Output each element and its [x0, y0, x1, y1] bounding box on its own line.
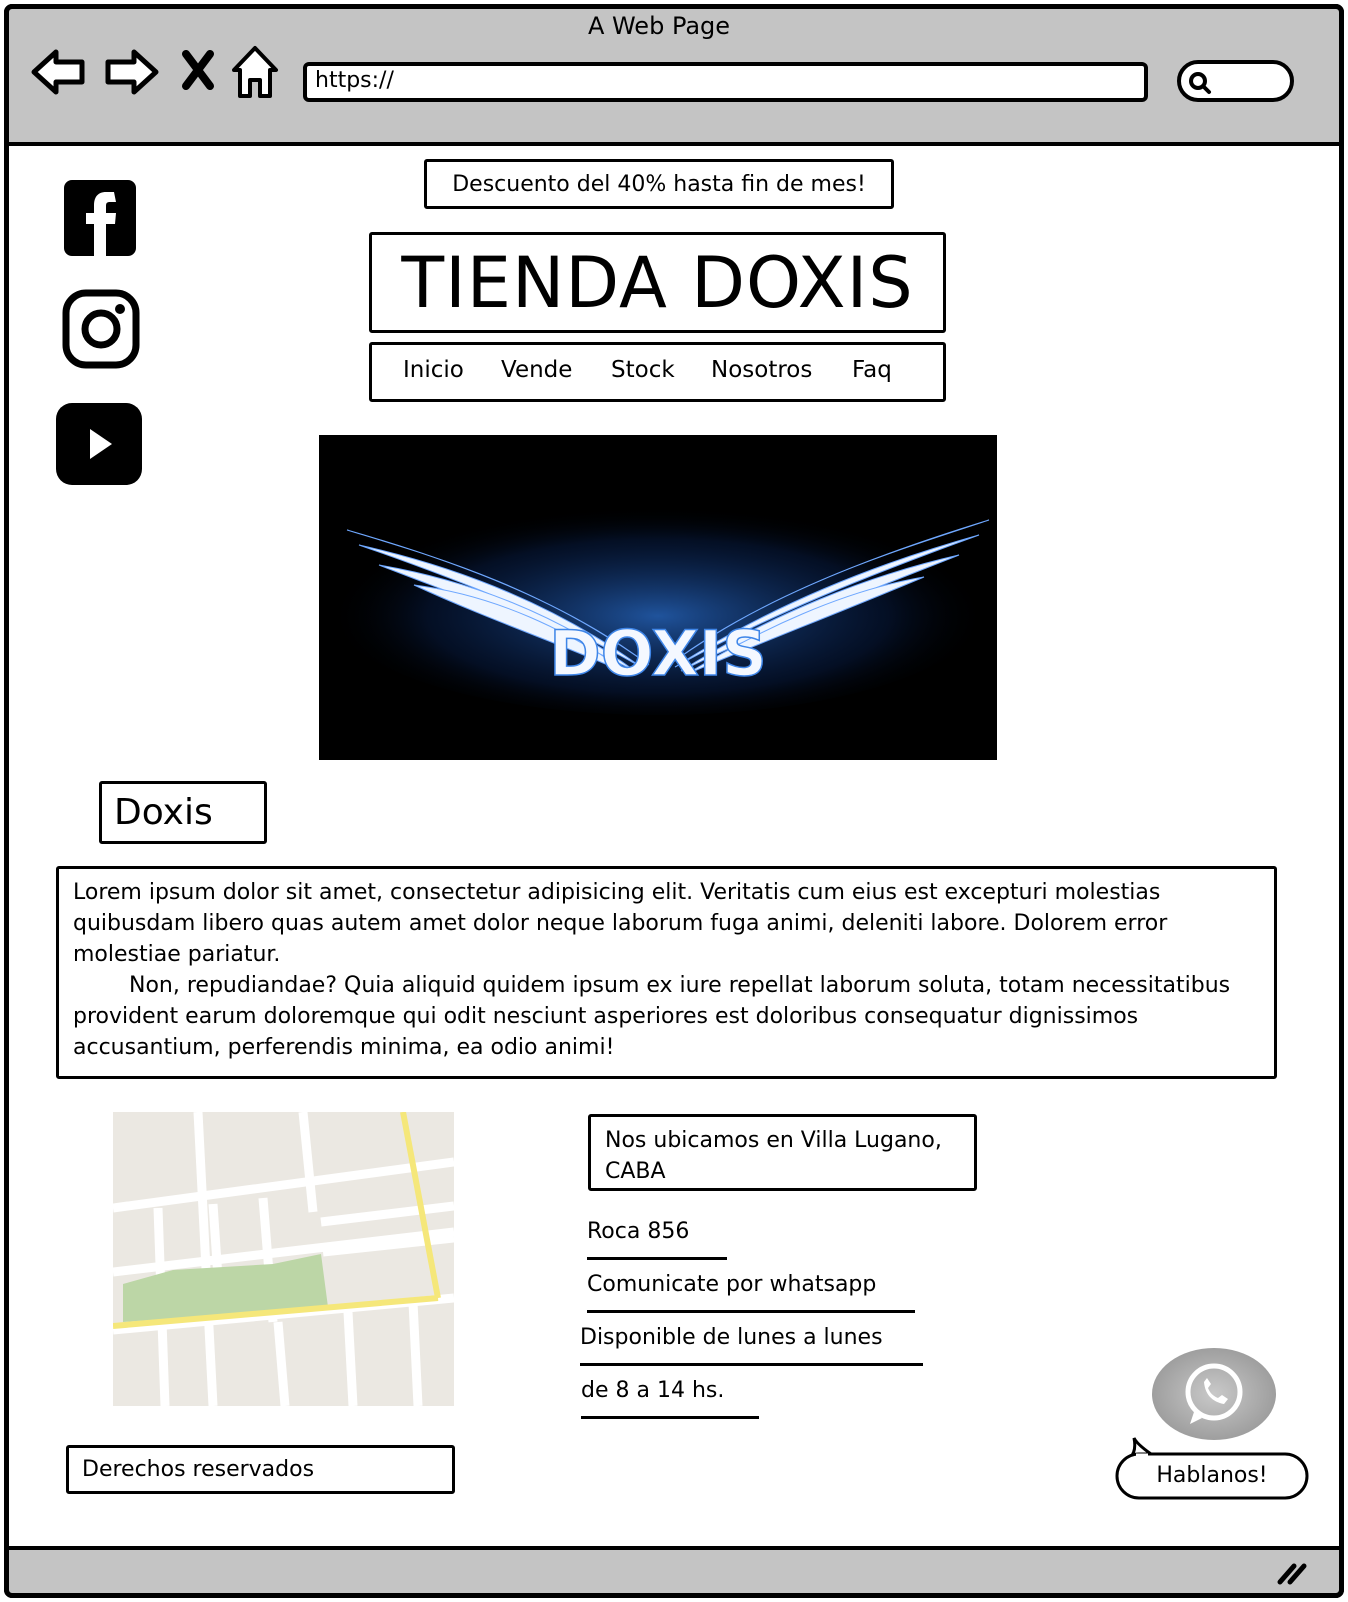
description-paragraph-1: Lorem ipsum dolor sit amet, consectetur … [73, 880, 1168, 967]
availability-days-line: Disponible de lunes a lunes [580, 1322, 923, 1366]
description-paragraph-2: Non, repudiandae? Quia aliquid quidem ip… [73, 973, 1231, 1060]
forward-arrow-icon[interactable] [102, 44, 160, 100]
hero-logo-image: DOXIS [319, 435, 997, 760]
nav-faq[interactable]: Faq [852, 357, 892, 383]
location-map[interactable] [113, 1112, 454, 1406]
page-title: TIENDA DOXIS [369, 232, 946, 333]
map-graphic [113, 1112, 454, 1406]
back-arrow-icon[interactable] [30, 44, 88, 100]
home-icon[interactable] [230, 44, 280, 100]
nav-nosotros[interactable]: Nosotros [711, 357, 812, 383]
nav-stock[interactable]: Stock [611, 357, 675, 383]
address-line: Roca 856 [587, 1216, 727, 1260]
resize-grip-icon[interactable] [1276, 1558, 1310, 1586]
nav-inicio[interactable]: Inicio [403, 357, 464, 383]
main-nav: Inicio Vende Stock Nosotros Faq [369, 342, 946, 402]
whatsapp-contact-line[interactable]: Comunicate por whatsapp [587, 1269, 915, 1313]
section-heading: Doxis [99, 781, 267, 844]
instagram-icon[interactable] [62, 289, 140, 369]
youtube-icon[interactable] [56, 403, 142, 485]
copyright-footer: Derechos reservados [66, 1445, 455, 1494]
availability-hours-line: de 8 a 14 hs. [581, 1375, 759, 1419]
location-headline: Nos ubicamos en Villa Lugano, CABA [588, 1114, 977, 1191]
search-icon [1189, 72, 1211, 94]
browser-status-bar [4, 1546, 1344, 1598]
promo-banner: Descuento del 40% hasta fin de mes! [424, 159, 894, 209]
nav-vende[interactable]: Vende [501, 357, 572, 383]
window-title: A Web Page [587, 12, 731, 40]
hero-logo-text: DOXIS [549, 617, 766, 690]
close-x-icon[interactable] [180, 50, 216, 90]
description-box: Lorem ipsum dolor sit amet, consectetur … [56, 866, 1277, 1079]
browser-search-box[interactable] [1177, 60, 1294, 102]
winged-logo: DOXIS [328, 495, 990, 715]
url-input[interactable]: https:// [303, 62, 1148, 102]
chat-bubble-label[interactable]: Hablanos! [1117, 1454, 1307, 1498]
facebook-icon[interactable] [64, 180, 136, 256]
whatsapp-icon[interactable] [1150, 1346, 1278, 1442]
